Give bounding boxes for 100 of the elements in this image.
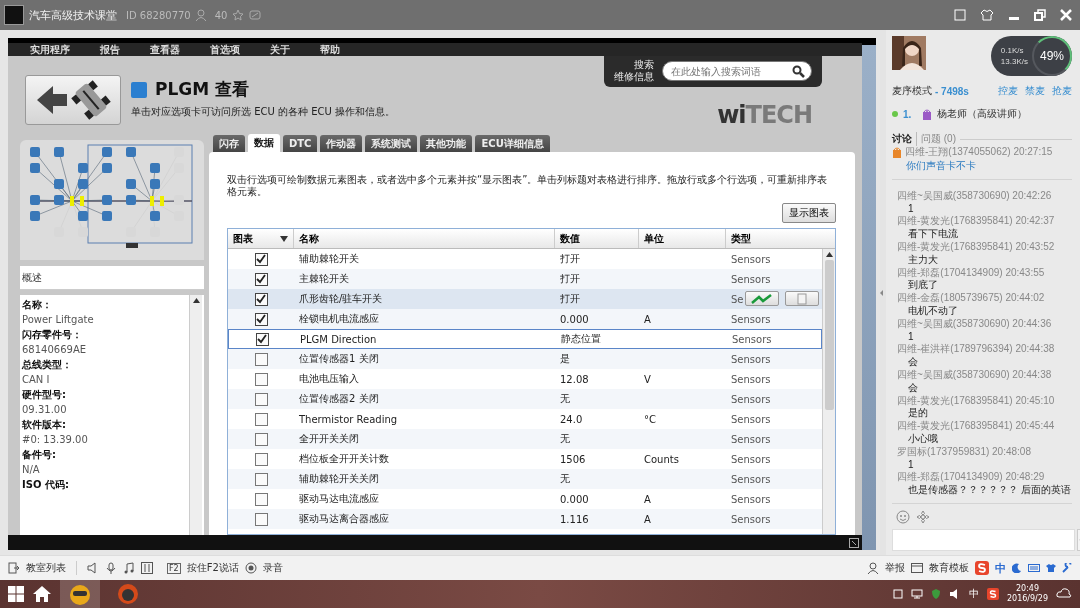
message-text: 会 xyxy=(907,381,919,395)
column-header[interactable]: 数值 xyxy=(555,229,639,248)
template-link[interactable]: 教育模板 xyxy=(929,561,969,575)
message-header: 四维-王翔(1374055062) 20:27:15 xyxy=(905,146,1053,159)
network-icon[interactable] xyxy=(910,589,923,599)
table-row[interactable]: 驱动马达离合器感应 1.116 A Sensors xyxy=(228,509,822,529)
star-icon[interactable] xyxy=(232,9,245,21)
back-button[interactable] xyxy=(25,75,121,125)
checkbox[interactable] xyxy=(254,292,268,306)
clock-time[interactable]: 20:49 xyxy=(1015,584,1039,594)
checkbox[interactable] xyxy=(254,452,268,466)
windows-start-icon[interactable] xyxy=(8,586,24,602)
shield-icon[interactable] xyxy=(930,588,941,600)
checkbox[interactable] xyxy=(254,272,268,286)
table-row[interactable]: 位置传感器1 关闭 是 Sensors xyxy=(228,349,822,369)
tab[interactable]: 数据 xyxy=(248,134,280,152)
tab[interactable]: 系统测试 xyxy=(365,135,418,152)
table-cell-text: 24.0 xyxy=(559,413,584,425)
info-label: 硬件型号: xyxy=(22,388,67,402)
checkbox[interactable] xyxy=(254,412,268,426)
scrollbar[interactable] xyxy=(189,295,202,535)
record-icon[interactable] xyxy=(244,562,257,574)
record-button[interactable]: 录音 xyxy=(262,561,283,575)
table-row[interactable]: 位置传感器2 关闭 无 Sensors xyxy=(228,389,822,409)
show-chart-button[interactable]: 显示图表 xyxy=(782,203,836,223)
checkbox[interactable] xyxy=(254,372,268,386)
ime-indicator[interactable]: 中 xyxy=(968,587,979,601)
table-row[interactable]: 主棘轮开关 打开 Sensors xyxy=(228,269,822,289)
table-row[interactable]: 辅助棘轮开关关闭 无 Sensors xyxy=(228,469,822,489)
online-dot xyxy=(892,111,898,117)
column-header[interactable]: 图表 xyxy=(228,229,294,248)
checkbox[interactable] xyxy=(254,472,268,486)
menu-item[interactable]: 报告 xyxy=(100,43,120,56)
music-icon[interactable] xyxy=(123,562,135,574)
collapse-icon[interactable] xyxy=(880,289,883,296)
fullscreen-icon[interactable] xyxy=(849,537,859,548)
table-row[interactable]: 爪形齿轮/驻车开关 打开 Se xyxy=(228,289,822,309)
keyboard-icon[interactable] xyxy=(1028,563,1040,573)
scroll-up-icon[interactable] xyxy=(825,252,833,257)
close-icon[interactable] xyxy=(1060,9,1072,21)
column-header[interactable]: 类型 xyxy=(726,229,835,248)
tab[interactable]: DTC xyxy=(283,135,318,152)
tray-icon[interactable] xyxy=(892,589,903,599)
wrench-icon[interactable] xyxy=(1062,563,1072,573)
witech-logo: wiTECH xyxy=(717,101,812,129)
flower-icon[interactable] xyxy=(916,510,930,524)
microphone-icon[interactable] xyxy=(105,562,117,574)
classroom-list-link[interactable]: 教室列表 xyxy=(26,561,66,575)
menu-item[interactable]: 关于 xyxy=(270,43,290,56)
speaker-icon[interactable] xyxy=(87,562,99,574)
tab[interactable]: 作动器 xyxy=(320,135,363,152)
checkbox[interactable] xyxy=(254,312,268,326)
table-row[interactable]: 栓锁电机电流感应 0.000 A Sensors xyxy=(228,309,822,329)
checkbox[interactable] xyxy=(254,392,268,406)
sort-icon[interactable] xyxy=(280,235,288,242)
restore-icon[interactable] xyxy=(1034,9,1046,21)
plot-button[interactable] xyxy=(745,291,779,306)
checkbox[interactable] xyxy=(254,432,268,446)
menu-item[interactable]: 帮助 xyxy=(320,43,340,56)
menu-item[interactable]: 查看器 xyxy=(150,43,180,56)
checkbox[interactable] xyxy=(254,252,268,266)
menu-item[interactable]: 实用程序 xyxy=(30,43,70,56)
notification-icon[interactable] xyxy=(1056,587,1072,601)
ime-indicator[interactable]: 中 xyxy=(995,560,1006,576)
scrollbar[interactable] xyxy=(822,249,835,534)
push-to-talk-label[interactable]: 按住F2说话 xyxy=(186,561,239,575)
table-row[interactable]: 全开开关关闭 无 Sensors xyxy=(228,429,822,449)
checkbox[interactable] xyxy=(254,352,268,366)
search-field[interactable]: 在此处输入搜索词语 xyxy=(662,61,812,81)
detail-button[interactable] xyxy=(785,291,819,306)
table-cell-text: 打开 xyxy=(559,252,581,266)
table-cell-text: Thermistor Reading xyxy=(298,413,399,425)
shirt-icon[interactable] xyxy=(1046,563,1056,573)
shirt-icon[interactable] xyxy=(980,9,994,21)
clock-date[interactable]: 2016/9/29 xyxy=(1006,594,1048,604)
mixer-icon[interactable] xyxy=(141,562,153,574)
window-icon[interactable] xyxy=(911,562,923,574)
tab[interactable]: 闪存 xyxy=(213,135,245,152)
menu-item[interactable]: 首选项 xyxy=(210,43,240,56)
square-icon[interactable] xyxy=(954,9,966,21)
s-logo-icon[interactable] xyxy=(986,588,999,600)
person-icon[interactable] xyxy=(867,562,879,574)
chat-tab[interactable]: 讨论 xyxy=(892,132,917,146)
exit-icon[interactable] xyxy=(8,562,20,574)
tab[interactable]: ECU详细信息 xyxy=(475,135,550,152)
table-row[interactable]: PLGM Direction 静态位置 Sensors xyxy=(228,329,822,349)
scroll-up-icon[interactable] xyxy=(192,298,200,303)
search-icon[interactable] xyxy=(792,65,805,78)
column-header[interactable]: 名称 xyxy=(294,229,555,248)
tab[interactable]: 其他功能 xyxy=(420,135,473,152)
moon-icon[interactable] xyxy=(1012,563,1022,573)
chat-input[interactable] xyxy=(892,529,1075,551)
report-link[interactable]: 举报 xyxy=(885,561,905,575)
checkbox[interactable] xyxy=(254,492,268,506)
home-icon[interactable] xyxy=(32,585,52,603)
taskbar-app-icon[interactable] xyxy=(60,580,100,608)
checkbox[interactable] xyxy=(255,332,269,346)
column-header[interactable]: 单位 xyxy=(639,229,726,248)
checkbox[interactable] xyxy=(254,512,268,526)
message-text: 小心哦 xyxy=(907,432,939,446)
